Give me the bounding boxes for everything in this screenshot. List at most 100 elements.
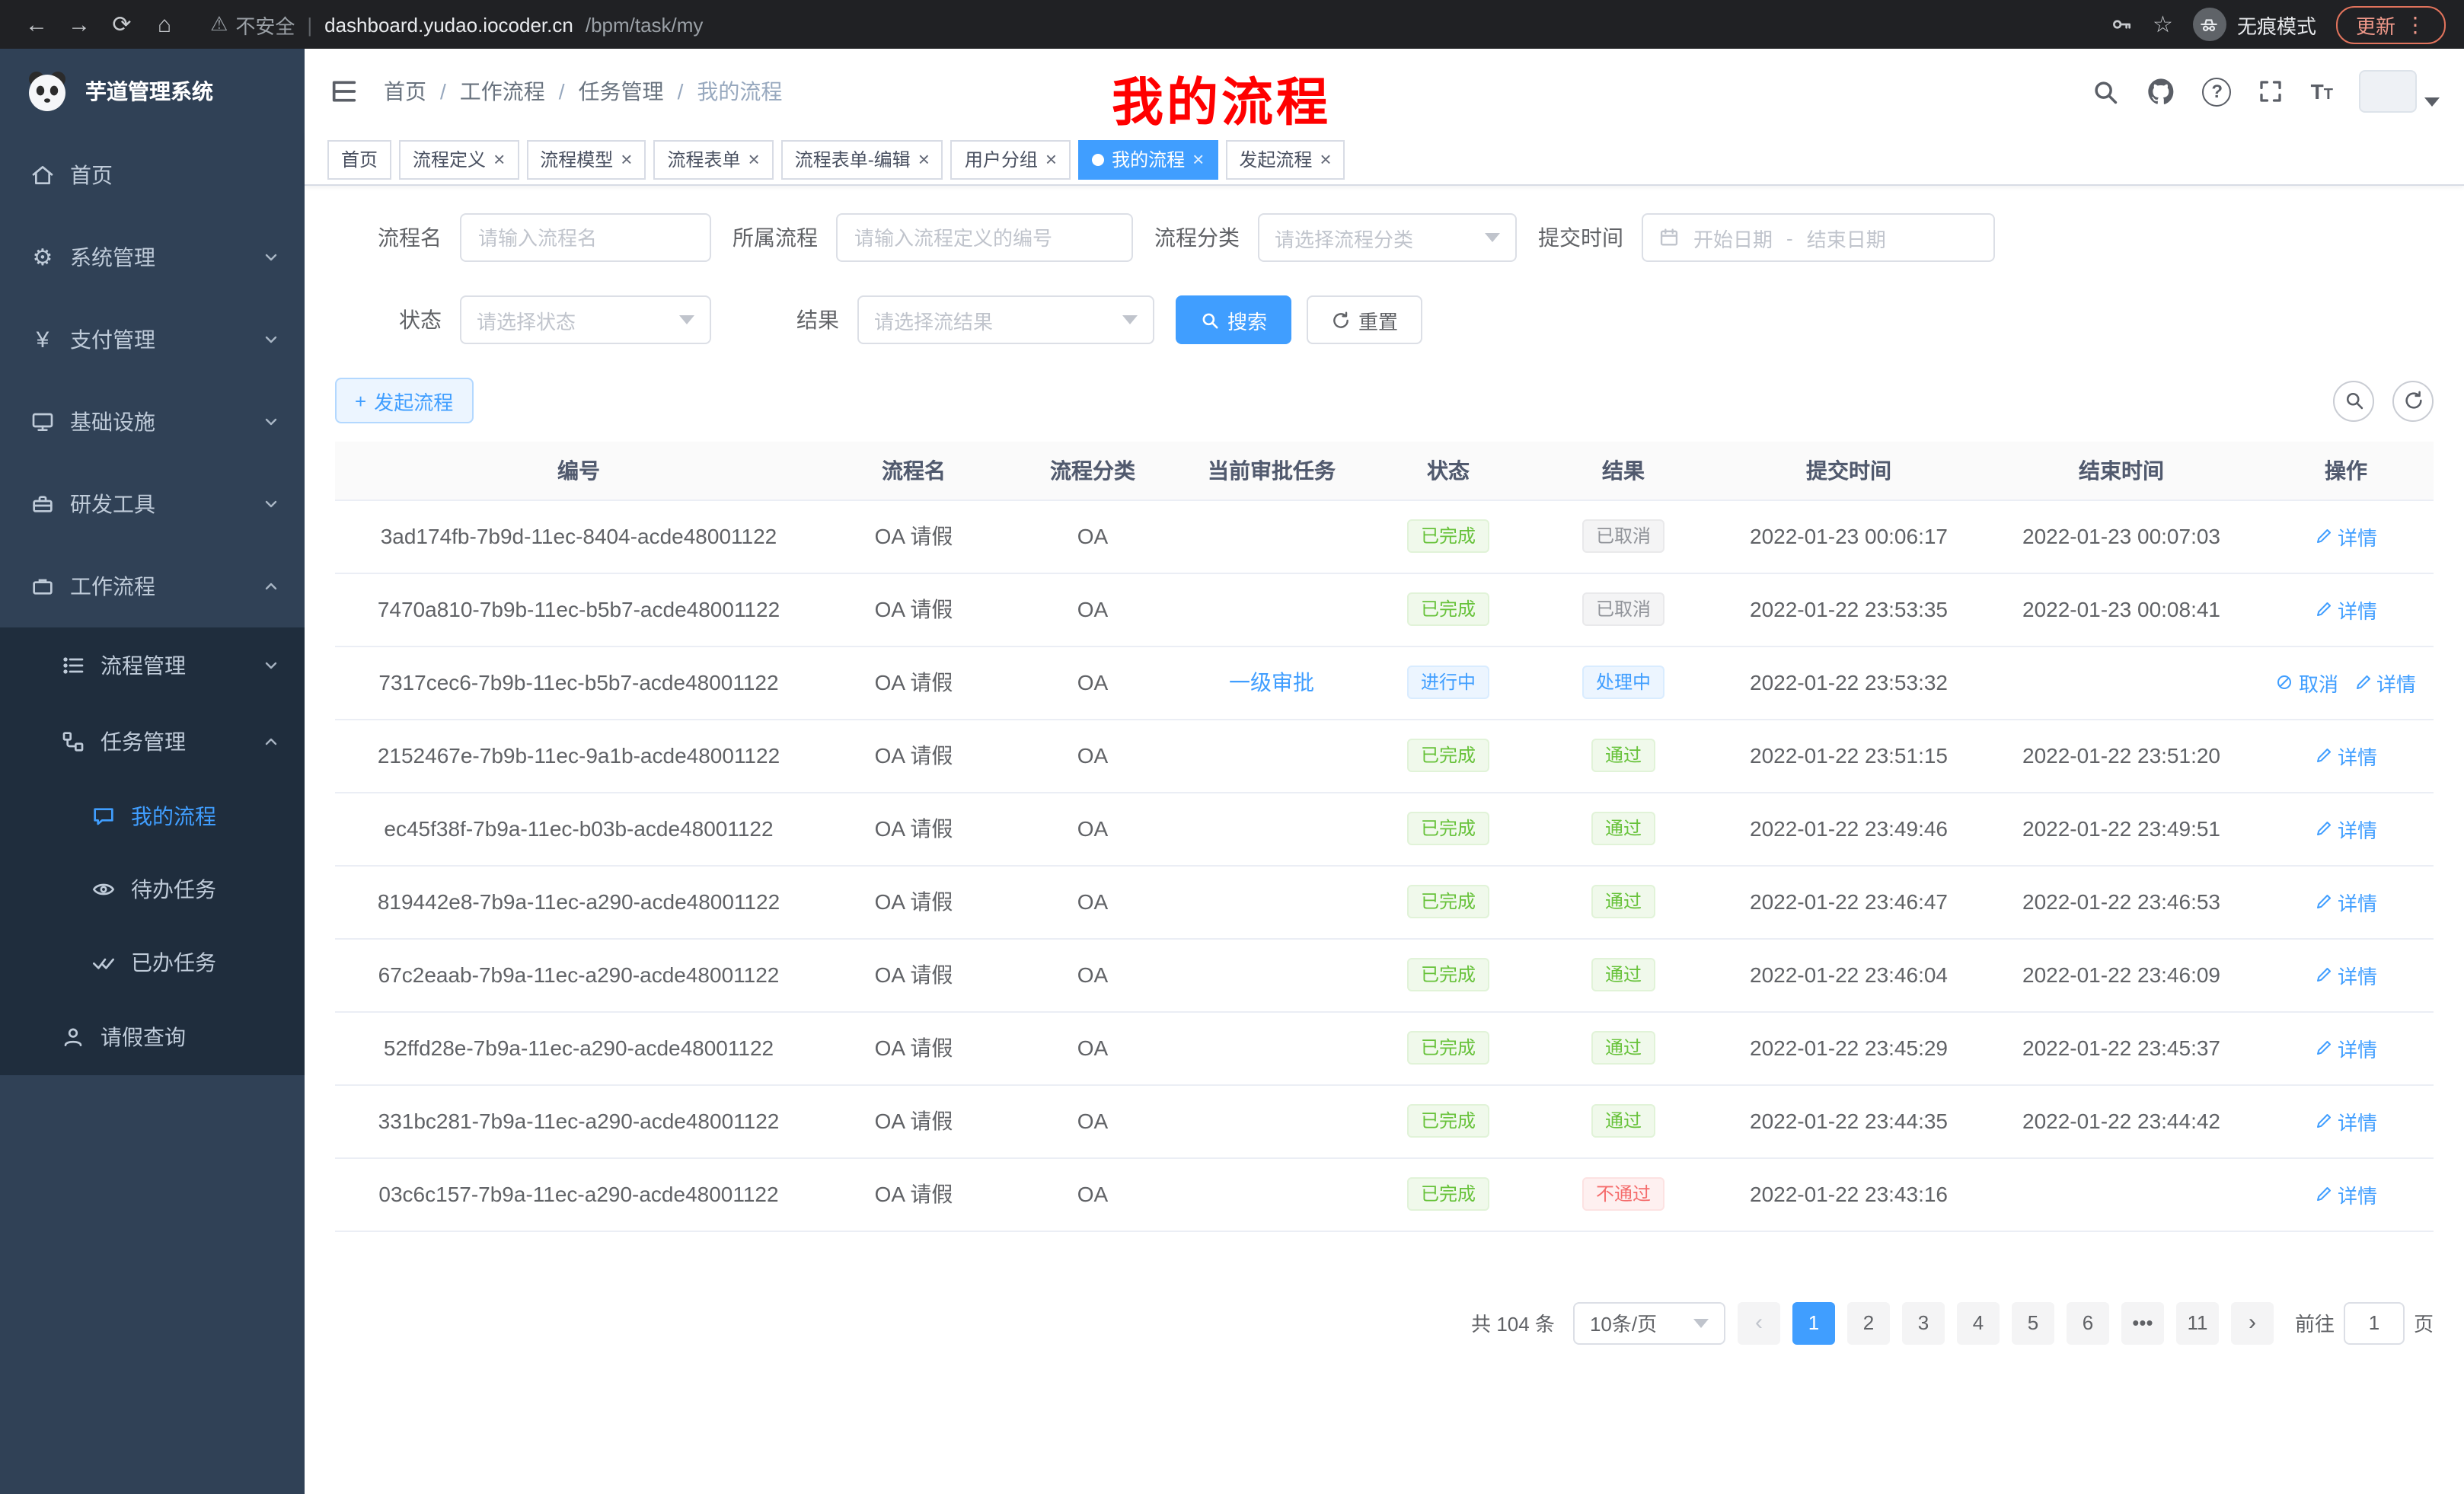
avatar[interactable] [2359,70,2417,113]
breadcrumb-home[interactable]: 首页 [384,76,426,107]
table-row: 7470a810-7b9b-11ec-b5b7-acde48001122 OA … [335,573,2434,646]
tab-user-group[interactable]: 用户分组× [951,139,1071,179]
search-icon[interactable] [2092,77,2121,106]
cell-status: 已完成 [1363,1157,1534,1231]
close-icon[interactable]: × [1045,149,1057,169]
sidebar-item-system[interactable]: ⚙ 系统管理 [0,216,305,298]
cell-submit: 2022-01-22 23:45:29 [1713,1011,1984,1084]
close-icon[interactable]: × [1320,149,1331,169]
user-icon [61,1025,85,1049]
user-menu[interactable] [2359,70,2440,113]
cell-id: 3ad174fb-7b9d-11ec-8404-acde48001122 [335,500,822,573]
process-name-input[interactable] [460,213,711,262]
key-icon[interactable] [2108,12,2133,37]
browser-forward-icon[interactable]: → [61,11,97,37]
page-button-6[interactable]: 6 [2067,1301,2109,1344]
sidebar-item-payment[interactable]: ¥ 支付管理 [0,298,305,381]
sidebar-item-my-process[interactable]: 我的流程 [0,780,305,853]
search-button[interactable]: 搜索 [1176,295,1291,344]
task-link[interactable]: 一级审批 [1229,667,1314,698]
detail-link[interactable]: 详情 [2315,1033,2377,1062]
page-button-2[interactable]: 2 [1847,1301,1890,1344]
result-select[interactable]: 请选择流结果 [857,295,1154,344]
cell-id: 819442e8-7b9a-11ec-a290-acde48001122 [335,865,822,938]
browser-back-icon[interactable]: ← [18,11,55,37]
prev-page-button[interactable]: ‹ [1738,1301,1780,1344]
sidebar-item-process-management[interactable]: 流程管理 [0,627,305,704]
page-button-3[interactable]: 3 [1902,1301,1945,1344]
sidebar-item-leave-query[interactable]: 请假查询 [0,999,305,1075]
process-def-input[interactable] [836,213,1133,262]
chevron-down-icon [262,495,280,513]
more-pages-button[interactable]: ••• [2121,1301,2164,1344]
sidebar-item-task-management[interactable]: 任务管理 [0,704,305,780]
cell-result: 通过 [1534,719,1713,792]
browser-menu-icon[interactable]: ⋮ [2405,11,2426,37]
cell-actions: 详情 [2258,719,2434,792]
help-icon[interactable]: ? [2203,77,2232,106]
tab-process-form-edit[interactable]: 流程表单-编辑× [781,139,943,179]
close-icon[interactable]: × [621,149,632,169]
detail-link[interactable]: 详情 [2315,741,2377,770]
tab-process-form[interactable]: 流程表单× [653,139,773,179]
page-button-4[interactable]: 4 [1957,1301,2000,1344]
reset-button[interactable]: 重置 [1307,295,1422,344]
category-select[interactable]: 请选择流程分类 [1258,213,1517,262]
cell-submit: 2022-01-22 23:49:46 [1713,792,1984,865]
sidebar-item-todo-tasks[interactable]: 待办任务 [0,853,305,926]
sidebar-item-devtools[interactable]: 研发工具 [0,463,305,545]
detail-link[interactable]: 详情 [2315,595,2377,624]
close-icon[interactable]: × [1192,149,1204,169]
tab-process-model[interactable]: 流程模型× [526,139,646,179]
close-icon[interactable]: × [918,149,930,169]
tab-process-definition[interactable]: 流程定义× [399,139,519,179]
close-icon[interactable]: × [748,149,760,169]
start-process-button[interactable]: + 发起流程 [335,378,473,423]
cancel-link[interactable]: 取消 [2276,668,2338,697]
github-icon[interactable] [2146,76,2177,107]
goto-page-input[interactable] [2344,1301,2405,1344]
refresh-button[interactable] [2392,380,2434,421]
bookmark-star-icon[interactable]: ☆ [2153,11,2173,38]
sidebar-item-workflow[interactable]: 工作流程 [0,545,305,627]
page-button-11[interactable]: 11 [2176,1301,2219,1344]
browser-reload-icon[interactable]: ⟳ [104,11,140,38]
font-size-icon[interactable]: TT [2311,79,2333,104]
panda-logo-icon [24,69,70,114]
cell-result: 处理中 [1534,646,1713,719]
sidebar-item-infrastructure[interactable]: 基础设施 [0,381,305,463]
browser-home-icon[interactable]: ⌂ [146,11,183,37]
security-chip[interactable]: ⚠ 不安全 [210,10,295,39]
detail-link[interactable]: 详情 [2315,814,2377,843]
breadcrumb-task-management[interactable]: 任务管理 [579,76,664,107]
detail-link[interactable]: 详情 [2315,1180,2377,1208]
address-bar[interactable]: ⚠ 不安全 | dashboard.yudao.iocoder.cn/bpm/t… [210,10,2102,39]
sidebar-item-home[interactable]: 首页 [0,134,305,216]
cell-submit: 2022-01-22 23:43:16 [1713,1157,1984,1231]
detail-label: 详情 [2338,814,2377,843]
tab-my-process[interactable]: 我的流程× [1078,139,1218,179]
search-toggle-button[interactable] [2333,380,2374,421]
detail-link[interactable]: 详情 [2315,1106,2377,1135]
tab-start-process[interactable]: 发起流程× [1225,139,1345,179]
detail-link[interactable]: 详情 [2315,960,2377,989]
sidebar-item-done-tasks[interactable]: 已办任务 [0,926,305,999]
fullscreen-icon[interactable] [2258,78,2285,105]
cell-end: 2022-01-22 23:44:42 [1984,1084,2258,1157]
detail-link[interactable]: 详情 [2315,522,2377,551]
detail-link[interactable]: 详情 [2315,887,2377,916]
page-button-5[interactable]: 5 [2012,1301,2054,1344]
hamburger-icon[interactable] [329,76,359,107]
page-size-select[interactable]: 10条/页 [1573,1301,1725,1344]
page-button-1[interactable]: 1 [1792,1301,1835,1344]
status-select[interactable]: 请选择状态 [460,295,711,344]
close-icon[interactable]: × [493,149,505,169]
date-range-picker[interactable]: 开始日期 - 结束日期 [1642,213,1995,262]
browser-right-controls: ☆ 无痕模式 更新 ⋮ [2108,5,2446,43]
detail-link[interactable]: 详情 [2354,668,2416,697]
tab-home[interactable]: 首页 [327,139,391,179]
update-button[interactable]: 更新 ⋮ [2336,5,2446,43]
breadcrumb-workflow[interactable]: 工作流程 [460,76,545,107]
next-page-button[interactable]: › [2231,1301,2274,1344]
address-divider: | [307,13,312,36]
